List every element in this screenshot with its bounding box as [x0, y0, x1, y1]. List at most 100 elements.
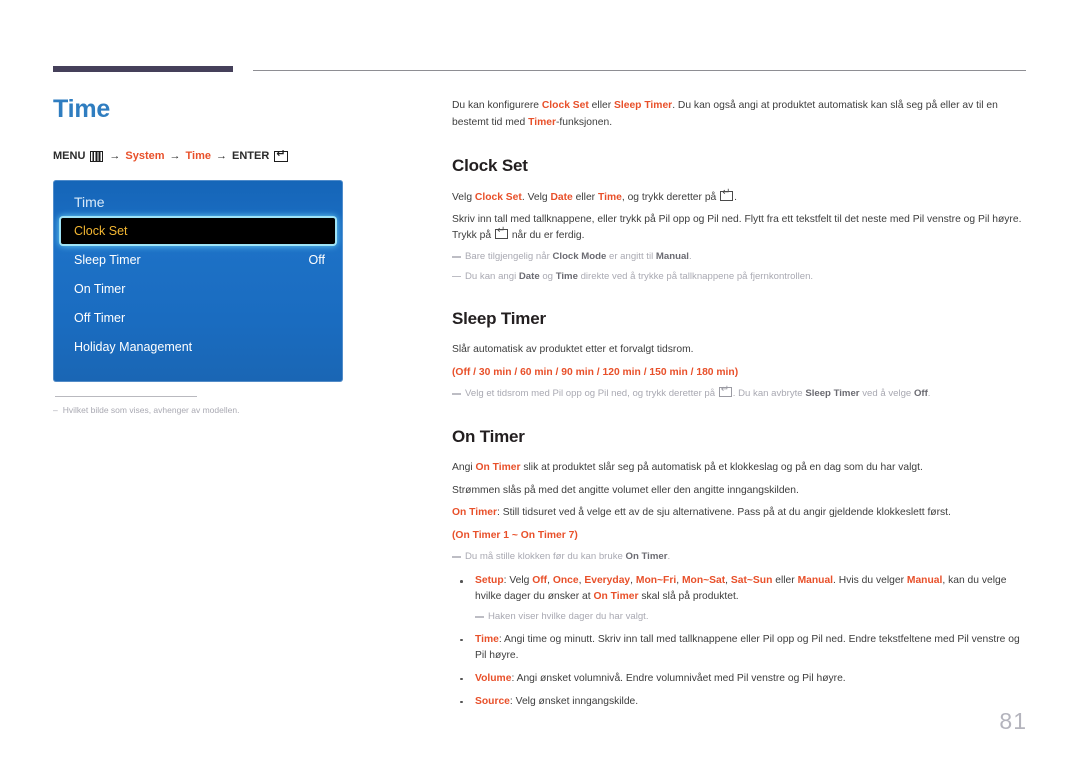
- bullet-volume-text: : Angi ønsket volumnivå. Endre volumnivå…: [511, 672, 846, 684]
- breadcrumb-step-time: Time: [185, 150, 212, 163]
- bullet-setup-term-manual-1: Manual: [797, 575, 834, 587]
- left-footnote: – Hvilket bilde som vises, avhenger av m…: [53, 405, 428, 417]
- bullet-setup-t5: skal slå på produktet.: [638, 591, 739, 603]
- ot-p3-t1: : Still tidsuret ved å velge ett av de s…: [497, 507, 951, 519]
- intro-term-sleep-timer: Sleep Timer: [614, 100, 673, 111]
- ot-n1-t2: .: [667, 550, 671, 562]
- osd-item-clock-set[interactable]: Clock Set: [61, 218, 335, 245]
- st-n1-term-sleep-timer: Sleep Timer: [805, 388, 860, 400]
- intro-text-4: -funksjonen.: [555, 116, 613, 128]
- page-title: Time: [53, 95, 111, 123]
- cs-p1-t2: . Velg: [521, 191, 551, 203]
- osd-item-label: Holiday Management: [74, 340, 193, 355]
- cs-p1-term-clock-set: Clock Set: [474, 191, 522, 203]
- section-heading-clock-set: Clock Set: [452, 156, 528, 176]
- osd-item-value: Off: [308, 253, 325, 268]
- osd-panel: Time Clock Set Sleep Timer Off On Timer …: [53, 180, 343, 383]
- st-n1-t4: .: [927, 388, 931, 400]
- right-column: Du kan konfigurere Clock Set eller Sleep…: [452, 98, 1027, 731]
- on-timer-paragraph-3: On Timer: Still tidsuret ved å velge ett…: [452, 505, 1027, 520]
- cs-p1-t3: eller: [572, 191, 598, 203]
- section-heading-sleep-timer: Sleep Timer: [452, 308, 546, 328]
- ot-p3-term-on-timer: On Timer: [452, 507, 498, 519]
- cs-n1-term-clock-mode: Clock Mode: [552, 251, 607, 263]
- bullet-source: Source: Velg ønsket inngangskilde.: [452, 694, 1027, 710]
- intro-paragraph: Du kan konfigurere Clock Set eller Sleep…: [452, 98, 1027, 131]
- note-text: Velg et tidsrom med Pil opp og Pil ned, …: [465, 385, 1027, 401]
- osd-item-label: Clock Set: [74, 224, 128, 239]
- breadcrumb-arrow-3: →: [216, 150, 228, 163]
- osd-item-on-timer[interactable]: On Timer: [53, 275, 343, 304]
- cs-n2-term-date: Date: [518, 270, 540, 282]
- osd-item-holiday-management[interactable]: Holiday Management: [53, 333, 343, 362]
- sleep-timer-options: (Off / 30 min / 60 min / 90 min / 120 mi…: [452, 366, 739, 378]
- clock-set-paragraph-2: Skriv inn tall med tallknappene, eller t…: [452, 212, 1027, 243]
- cs-n1-t3: .: [688, 251, 692, 263]
- st-n1-term-off: Off: [913, 388, 928, 400]
- bullet-setup-opt-once: Once: [552, 575, 579, 587]
- cs-n2-t2: og: [539, 270, 556, 282]
- cs-n1-term-manual: Manual: [655, 251, 689, 263]
- bullet-setup: Setup: Velg Off, Once, Everyday, Mon~Fri…: [452, 573, 1027, 624]
- bullet-time-text: : Angi time og minutt. Skriv inn tall me…: [475, 633, 1020, 661]
- st-n1-t2: . Du kan avbryte: [732, 388, 806, 400]
- bullet-setup-label: Setup: [475, 575, 504, 587]
- section-heading-on-timer: On Timer: [452, 426, 525, 446]
- breadcrumb-arrow-1: →: [109, 150, 121, 163]
- breadcrumb-step-system: System: [125, 150, 165, 163]
- cs-n1-t1: Bare tilgjengelig når: [465, 251, 553, 263]
- bullet-setup-t1: : Velg: [503, 575, 533, 587]
- intro-text-2: eller: [588, 100, 614, 111]
- note-dash-icon: [452, 393, 461, 395]
- footnote-dash: –: [53, 405, 58, 416]
- bullet-setup-opt-everyday: Everyday: [584, 575, 631, 587]
- note-dash-icon: [452, 256, 461, 258]
- cs-n2-t1: Du kan angi: [465, 270, 519, 282]
- intro-term-clock-set: Clock Set: [541, 100, 589, 111]
- menu-grid-icon: [90, 150, 104, 162]
- note-dash-icon: [452, 275, 461, 278]
- bullet-setup-term-manual-2: Manual: [906, 575, 943, 587]
- clock-set-note-2: Du kan angi Date og Time direkte ved å t…: [452, 270, 1027, 284]
- clock-set-note-1: Bare tilgjengelig når Clock Mode er angi…: [452, 250, 1027, 264]
- header-rule-thick: [53, 66, 233, 72]
- on-timer-paragraph-1: Angi On Timer slik at produktet slår seg…: [452, 460, 1027, 475]
- bullet-setup-opt-mon-sat: Mon~Sat: [681, 575, 726, 587]
- sleep-timer-paragraph-1: Slår automatisk av produktet etter et fo…: [452, 344, 694, 356]
- note-text: Haken viser hvilke dager du har valgt.: [488, 611, 649, 623]
- osd-item-sleep-timer[interactable]: Sleep Timer Off: [53, 246, 343, 275]
- cs-p2-t2: når du er ferdig.: [508, 229, 585, 241]
- bullet-time: Time: Angi time og minutt. Skriv inn tal…: [452, 632, 1027, 664]
- bullet-volume: Volume: Angi ønsket volumnivå. Endre vol…: [452, 671, 1027, 687]
- st-n1-t1: Velg et tidsrom med Pil opp og Pil ned, …: [465, 388, 718, 400]
- osd-panel-title: Time: [74, 194, 105, 211]
- osd-item-label: On Timer: [74, 282, 126, 297]
- bullet-setup-t2: eller: [772, 575, 798, 587]
- cs-p1-t1: Velg: [452, 191, 475, 203]
- osd-item-label: Sleep Timer: [74, 253, 141, 268]
- cs-p1-term-time: Time: [597, 191, 622, 203]
- enter-key-icon: [718, 385, 732, 398]
- enter-key-icon: [274, 148, 289, 162]
- bullet-setup-t3: . Hvis du velger: [833, 575, 907, 587]
- bullet-setup-opt-off: Off: [532, 575, 548, 587]
- note-dash-icon: [452, 555, 461, 558]
- ot-n1-term-on-timer: On Timer: [625, 550, 668, 562]
- ot-p1-t1: Angi: [452, 462, 476, 474]
- ot-p1-t2: slik at produktet slår seg på automatisk…: [520, 462, 923, 474]
- section-on-timer: On Timer Angi On Timer slik at produktet…: [452, 424, 1027, 710]
- intro-text-1: Du kan konfigurere: [452, 100, 542, 111]
- on-timer-paragraph-2: Strømmen slås på med det angitte volumet…: [452, 484, 799, 496]
- breadcrumb-arrow-2: →: [169, 150, 181, 163]
- ot-p1-term-on-timer: On Timer: [475, 462, 521, 474]
- on-timer-bullet-list: Setup: Velg Off, Once, Everyday, Mon~Fri…: [452, 573, 1027, 709]
- bullet-setup-note: Haken viser hvilke dager du har valgt.: [475, 610, 1027, 624]
- header-rule-thin: [253, 70, 1026, 71]
- breadcrumb-enter-label: ENTER: [232, 150, 270, 163]
- cs-p1-t5: .: [734, 191, 738, 203]
- bullet-time-label: Time: [475, 633, 499, 645]
- cs-n1-t2: er angitt til: [606, 251, 656, 263]
- header-rules: [53, 66, 1026, 74]
- cs-p1-t4: , og trykk deretter på: [621, 191, 720, 203]
- osd-item-off-timer[interactable]: Off Timer: [53, 304, 343, 333]
